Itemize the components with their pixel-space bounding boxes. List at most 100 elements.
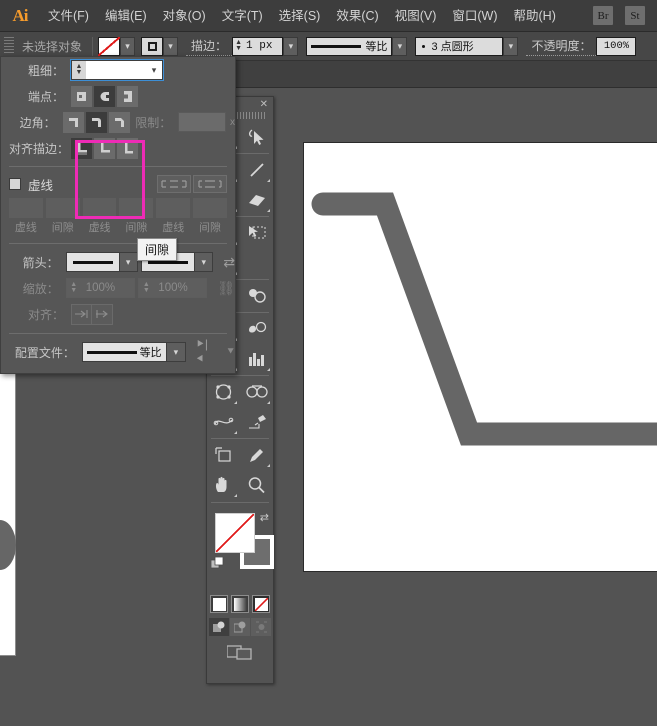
menu-help[interactable]: 帮助(H) bbox=[506, 0, 564, 32]
stroke-profile-select[interactable]: 等比 bbox=[306, 36, 393, 56]
dash-field-3[interactable] bbox=[156, 198, 191, 218]
live-paint-bucket-tool[interactable] bbox=[240, 377, 273, 407]
menu-file[interactable]: 文件(F) bbox=[40, 0, 97, 32]
draw-inside-button[interactable] bbox=[251, 618, 271, 636]
line-segment-tool[interactable] bbox=[240, 155, 273, 185]
draw-normal-button[interactable] bbox=[209, 618, 229, 636]
round-cap-button[interactable] bbox=[94, 85, 115, 107]
stroked-path-svg[interactable] bbox=[303, 142, 657, 572]
swap-arrowheads-icon[interactable]: ⇄ bbox=[223, 254, 235, 271]
blend-tool[interactable] bbox=[207, 407, 240, 437]
fill-color-swatch[interactable] bbox=[98, 36, 121, 56]
free-transform-tool[interactable] bbox=[240, 218, 273, 248]
fill-proxy-swatch[interactable] bbox=[215, 513, 255, 553]
default-fill-stroke-icon[interactable] bbox=[210, 556, 224, 570]
dash-preserve-exact-button[interactable] bbox=[157, 175, 191, 193]
gap-field-2[interactable] bbox=[119, 198, 154, 218]
link-scales-icon[interactable]: ⛓ bbox=[217, 280, 235, 297]
menu-edit[interactable]: 编辑(E) bbox=[97, 0, 155, 32]
stroke-dropdown-icon[interactable]: ▾ bbox=[163, 36, 179, 56]
fill-dropdown-icon[interactable]: ▾ bbox=[120, 36, 136, 56]
bridge-button[interactable]: Br bbox=[593, 6, 613, 25]
tool-flyout-indicator bbox=[234, 431, 237, 434]
opacity-value[interactable]: 100% bbox=[596, 36, 637, 56]
scale-end-stepper[interactable]: ▲ ▼ bbox=[139, 281, 153, 294]
stroke-weight-dropdown-icon[interactable]: ▾ bbox=[283, 36, 299, 56]
ai-logo: Ai bbox=[12, 5, 29, 25]
miter-limit-label: 限制： bbox=[135, 115, 172, 130]
stroke-color-swatch[interactable] bbox=[141, 36, 164, 56]
weight-stepper[interactable]: ▲ ▼ bbox=[72, 61, 86, 79]
stroked-polyline bbox=[311, 192, 657, 446]
mesh-tool[interactable] bbox=[240, 281, 273, 311]
dashed-line-checkbox[interactable] bbox=[9, 178, 21, 190]
menu-select[interactable]: 选择(S) bbox=[271, 0, 329, 32]
stroke-weight-stepper[interactable]: ▲ ▼ bbox=[233, 39, 244, 52]
gap-field-1[interactable] bbox=[45, 198, 80, 218]
extend-arrow-tip-button[interactable] bbox=[71, 303, 92, 325]
round-join-button[interactable] bbox=[85, 111, 107, 133]
scale-start-stepper[interactable]: ▲ ▼ bbox=[67, 281, 81, 294]
menu-view[interactable]: 视图(V) bbox=[387, 0, 445, 32]
none-swatch-button[interactable] bbox=[252, 595, 270, 613]
profile-label: 配置文件： bbox=[14, 345, 75, 360]
arrow-scale-start-field[interactable]: ▲ ▼ 100% bbox=[65, 278, 135, 298]
bevel-join-button[interactable] bbox=[108, 111, 130, 133]
artboard-tool[interactable] bbox=[207, 440, 240, 470]
weight-value[interactable] bbox=[86, 61, 146, 79]
chevron-down-icon[interactable]: ▾ bbox=[146, 61, 162, 79]
menu-type[interactable]: 文字(T) bbox=[214, 0, 271, 32]
dash-align-corners-button[interactable] bbox=[193, 175, 227, 193]
tool-flyout-indicator bbox=[267, 179, 270, 182]
dash-field-1[interactable] bbox=[9, 198, 43, 218]
color-swatch-button[interactable] bbox=[210, 595, 228, 613]
corner-row: 边角： 限制： x bbox=[1, 109, 235, 135]
gradient-swatch-button[interactable] bbox=[231, 595, 249, 613]
opacity-label[interactable]: 不透明度： bbox=[526, 37, 597, 56]
stroke-weight-label[interactable]: 描边： bbox=[186, 37, 233, 56]
menu-window[interactable]: 窗口(W) bbox=[444, 0, 505, 32]
pencil-tool[interactable] bbox=[240, 440, 273, 470]
brush-definition-value: 3 点圆形 bbox=[431, 41, 474, 53]
flip-horizontal-icon[interactable]: ⯈|⯇ bbox=[195, 337, 217, 367]
direct-selection-tool[interactable] bbox=[240, 122, 273, 152]
shape-builder-tool[interactable] bbox=[207, 377, 240, 407]
blob-brush-tool[interactable] bbox=[240, 314, 273, 344]
slice-tool[interactable] bbox=[240, 407, 273, 437]
place-arrow-tip-button[interactable] bbox=[92, 303, 113, 325]
align-outside-button[interactable] bbox=[117, 137, 138, 159]
miter-join-button[interactable] bbox=[62, 111, 84, 133]
brush-definition-select[interactable]: 3 点圆形 bbox=[415, 36, 504, 56]
miter-limit-field[interactable] bbox=[178, 112, 226, 132]
stroke-profile-dropdown-icon[interactable]: ▾ bbox=[392, 36, 408, 56]
gap-field-3[interactable] bbox=[193, 198, 227, 218]
chevron-down-icon[interactable]: ▾ bbox=[195, 252, 214, 272]
stock-button[interactable]: St bbox=[625, 6, 645, 25]
butt-cap-button[interactable] bbox=[71, 85, 92, 107]
chevron-down-icon[interactable]: ▾ bbox=[119, 252, 138, 272]
brush-definition-dropdown-icon[interactable]: ▾ bbox=[503, 36, 519, 56]
width-profile-select[interactable]: 等比 bbox=[81, 342, 167, 362]
zoom-tool[interactable] bbox=[240, 470, 273, 500]
menu-object[interactable]: 对象(O) bbox=[155, 0, 214, 32]
align-inside-button[interactable] bbox=[94, 137, 115, 159]
swap-fill-stroke-icon[interactable]: ⇄ bbox=[260, 511, 269, 524]
draw-behind-button[interactable] bbox=[230, 618, 250, 636]
eraser-tool[interactable] bbox=[240, 185, 273, 215]
arrow-scale-end-field[interactable]: ▲ ▼ 100% bbox=[138, 278, 208, 298]
dash-field-2[interactable] bbox=[82, 198, 117, 218]
hand-tool[interactable] bbox=[207, 470, 240, 500]
color-swatch-icon bbox=[212, 597, 226, 611]
chevron-down-icon[interactable]: ▾ bbox=[166, 342, 187, 362]
column-graph-tool[interactable] bbox=[240, 344, 273, 374]
menu-effect[interactable]: 效果(C) bbox=[328, 0, 386, 32]
close-icon[interactable]: ✕ bbox=[260, 99, 268, 110]
projecting-cap-button[interactable] bbox=[117, 85, 138, 107]
arrowhead-start-select[interactable]: ▾ bbox=[65, 252, 138, 272]
stroke-weight-field[interactable]: ▲ ▼ 1 px bbox=[232, 36, 284, 56]
screen-mode-button[interactable] bbox=[207, 643, 273, 660]
control-bar-grip[interactable] bbox=[4, 37, 14, 55]
weight-input[interactable]: ▲ ▼ ▾ bbox=[70, 59, 164, 81]
align-center-button[interactable] bbox=[71, 137, 92, 159]
flip-vertical-icon[interactable]: ⯆ bbox=[226, 346, 235, 359]
